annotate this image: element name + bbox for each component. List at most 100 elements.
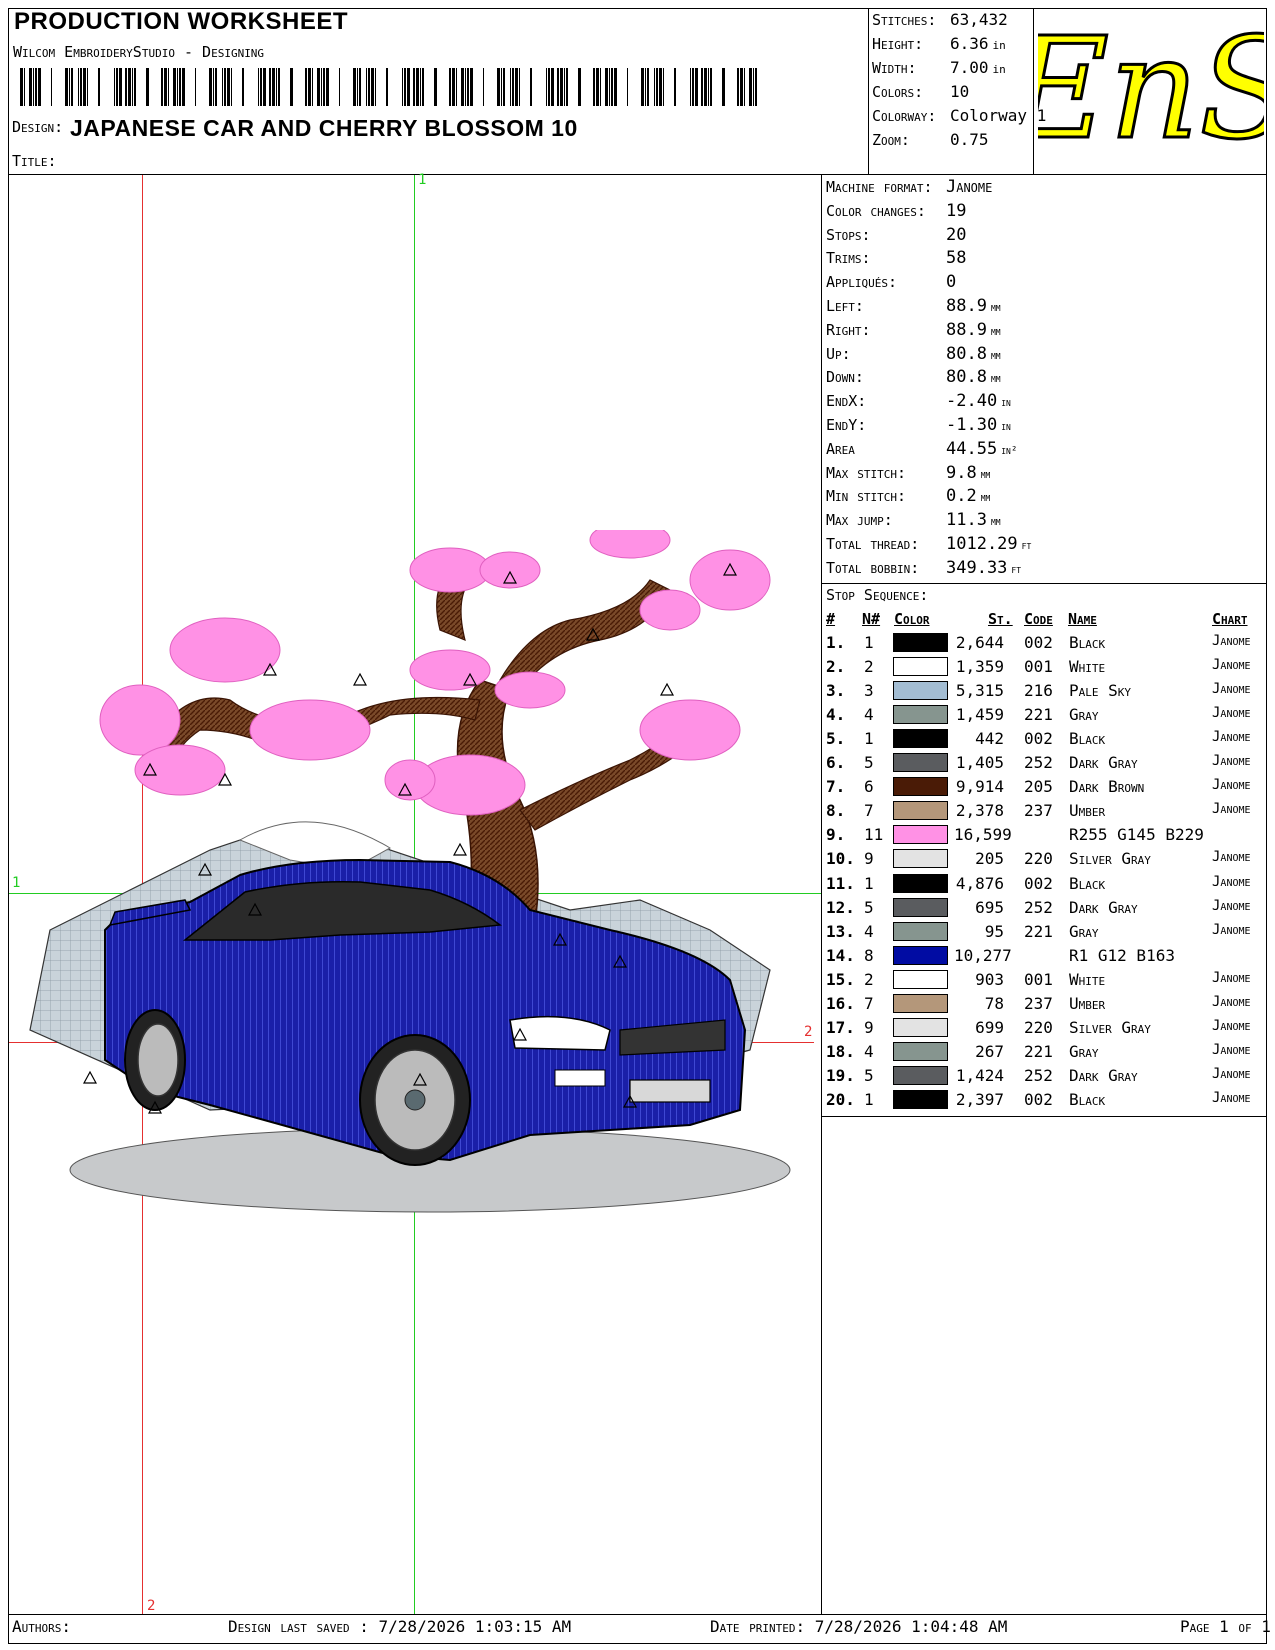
sequence-row: 13. 4 95 221 Gray Janome: [826, 920, 1266, 944]
seq-idx: 1.: [826, 633, 846, 652]
info-value: 44.55 in²: [946, 438, 1017, 462]
barcode: [20, 68, 757, 106]
logo-text: EnS: [1038, 12, 1264, 170]
authors-label-text: Authors:: [12, 1617, 72, 1636]
seq-name: Dark Gray: [1069, 753, 1138, 773]
info-label: Machine format:: [826, 178, 933, 196]
seq-idx: 7.: [826, 777, 846, 797]
info-value-text: 9.8: [946, 462, 977, 483]
stitch-marker: [82, 1070, 98, 1084]
info-unit: ft: [1011, 562, 1022, 576]
stitch-marker: [659, 682, 675, 696]
seq-st: 2,397: [955, 1089, 1004, 1109]
seq-n: 5: [864, 753, 874, 773]
seq-idx: 20.: [826, 1089, 855, 1109]
seq-idx: 11.: [826, 873, 855, 893]
stitch-marker: [452, 842, 468, 856]
info-value: 80.8 mm: [946, 343, 1001, 367]
color-swatch: [893, 801, 948, 821]
seq-n: 5: [864, 897, 874, 917]
cherry-blossoms: [99, 530, 771, 816]
color-swatch: [893, 1065, 948, 1085]
seq-header-n: N#: [862, 610, 881, 628]
seq-idx: 15.: [826, 969, 855, 989]
info-divider: [821, 583, 1267, 584]
color-swatch: [893, 897, 948, 917]
sequence-row: 5. 1 442 002 Black Janome: [826, 727, 1266, 751]
sequence-row: 15. 2 903 001 White Janome: [826, 968, 1266, 992]
info-label: EndY:: [826, 416, 867, 434]
seq-name: R1 G12 B163: [1069, 945, 1175, 965]
seq-chart: Janome: [1212, 1041, 1251, 1058]
seq-n: 1: [864, 729, 874, 749]
sequence-row: 11. 1 4,876 002 Black Janome: [826, 872, 1266, 896]
info-value-text: 11.3: [946, 510, 987, 531]
info-label: Max jump:: [826, 511, 893, 530]
color-swatch: [893, 969, 948, 989]
seq-chart: Janome: [1212, 729, 1251, 746]
info-value-text: -1.30: [946, 415, 998, 435]
seq-code: 252: [1024, 1065, 1053, 1085]
stat-value: 6.36: [950, 34, 989, 53]
authors-label: Authors:: [12, 1617, 71, 1636]
color-swatch: [893, 849, 948, 869]
seq-code: 237: [1024, 993, 1053, 1013]
seq-st: 903: [975, 969, 1004, 989]
sequence-row: 20. 1 2,397 002 Black Janome: [826, 1088, 1266, 1112]
design-label: Design:: [12, 118, 64, 136]
seq-n: 9: [864, 1017, 874, 1037]
sequence-row: 14. 8 10,277 R1 G12 B163: [826, 944, 1266, 968]
stat-row: Width: 7.00 in: [872, 58, 1006, 77]
seq-st: 1,459: [955, 705, 1004, 725]
color-swatch: [893, 993, 948, 1013]
seq-code: 002: [1024, 1089, 1053, 1109]
info-value-text: 88.9: [946, 319, 987, 340]
seq-name: Black: [1069, 729, 1106, 749]
car-intercooler: [629, 1079, 711, 1103]
info-value: 9.8 mm: [946, 462, 990, 486]
info-value-text: 0.2: [946, 486, 977, 507]
stat-label: Stitches:: [872, 11, 937, 29]
seq-n: 7: [864, 993, 874, 1013]
color-swatch: [893, 1089, 948, 1109]
seq-code: 002: [1024, 873, 1053, 893]
seq-header-name: Name: [1068, 610, 1097, 628]
seq-name: R255 G145 B229: [1069, 825, 1204, 845]
rear-wheel: [124, 1009, 186, 1111]
seq-st: 695: [975, 897, 1004, 917]
info-label: Min stitch:: [826, 487, 907, 506]
footer-bar: [8, 1614, 1267, 1644]
seq-chart: Janome: [1212, 657, 1251, 674]
stat-value: 7.00: [950, 58, 989, 77]
sequence-row: 3. 3 5,315 216 Pale Sky Janome: [826, 679, 1266, 703]
seq-name: Dark Brown: [1069, 777, 1145, 797]
stat-row: Colors: 10: [872, 82, 973, 101]
color-swatch: [893, 1017, 948, 1037]
seq-code: 001: [1024, 969, 1053, 989]
seq-n: 2: [864, 969, 874, 989]
info-value-text: 349.33: [946, 557, 1008, 578]
seq-name: Gray: [1069, 1041, 1099, 1061]
info-value: 0: [946, 271, 960, 295]
color-swatch: [893, 921, 948, 941]
info-label: EndX:: [826, 392, 867, 411]
stat-value: 0.75: [950, 130, 989, 149]
color-swatch: [893, 753, 948, 773]
seq-st: 5,315: [955, 681, 1004, 701]
sequence-row: 1. 1 2,644 002 Black Janome: [826, 631, 1266, 655]
seq-chart: Janome: [1212, 921, 1251, 938]
info-label: Up:: [826, 344, 851, 363]
stat-value: Colorway 1: [950, 106, 1047, 125]
seq-st: 2,378: [955, 801, 1004, 821]
last-saved-label: Design last saved :: [228, 1617, 369, 1636]
seq-st: 9,914: [955, 777, 1004, 797]
info-unit: mm: [990, 301, 1001, 314]
sequence-row: 19. 5 1,424 252 Dark Gray Janome: [826, 1064, 1266, 1088]
seq-header-code: Code: [1024, 610, 1053, 628]
color-swatch: [893, 825, 948, 845]
info-value-text: 44.55: [946, 438, 998, 459]
stat-unit: in: [992, 63, 1006, 76]
worksheet-title: PRODUCTION WORKSHEET: [14, 8, 348, 35]
seq-n: 4: [864, 705, 874, 725]
sequence-row: 6. 5 1,405 252 Dark Gray Janome: [826, 751, 1266, 775]
